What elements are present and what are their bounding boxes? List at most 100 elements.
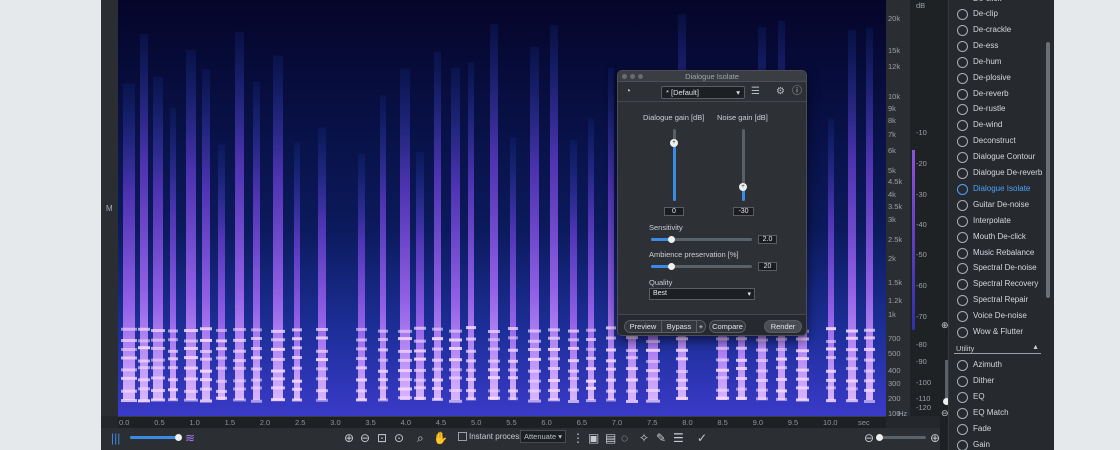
module-item[interactable]: Music Rebalance bbox=[949, 245, 1043, 261]
module-item[interactable]: De-rustle bbox=[949, 101, 1043, 117]
preset-select[interactable]: * [Default] ▾ bbox=[661, 86, 745, 99]
instant-process-checkbox[interactable] bbox=[458, 432, 467, 441]
zoom-out-icon[interactable]: ⊖ bbox=[360, 431, 370, 445]
module-label: De-reverb bbox=[973, 88, 1009, 98]
zoom-in-icon[interactable]: ⊕ bbox=[344, 431, 354, 445]
harmonic-band bbox=[466, 377, 476, 381]
module-item[interactable]: EQ Match bbox=[949, 405, 1043, 421]
dialogue-gain-value[interactable]: 0 bbox=[664, 207, 684, 216]
harmonic-band bbox=[548, 336, 560, 340]
attenuate-select[interactable]: Attenuate ▾ bbox=[520, 430, 566, 443]
rect-select-icon[interactable]: ▣ bbox=[588, 431, 599, 445]
module-item[interactable]: De-hum bbox=[949, 54, 1043, 70]
sensitivity-knob[interactable] bbox=[668, 236, 676, 243]
module-item[interactable]: Gain bbox=[949, 437, 1043, 450]
bypass-button[interactable]: Bypass bbox=[661, 320, 697, 333]
harmonic-band bbox=[796, 337, 809, 341]
module-item[interactable]: Spectral Recovery bbox=[949, 276, 1043, 292]
module-label: EQ Match bbox=[973, 408, 1009, 417]
module-item[interactable]: Interpolate bbox=[949, 213, 1043, 229]
time-tick-label: 1.5 bbox=[224, 418, 236, 427]
harmonic-band bbox=[316, 336, 328, 340]
zoom-selection-icon[interactable]: ⊡ bbox=[377, 431, 387, 445]
module-item[interactable]: Voice De-noise bbox=[949, 308, 1043, 324]
module-item[interactable]: Fade bbox=[949, 421, 1043, 437]
horizontal-zoom-knob[interactable] bbox=[876, 434, 883, 441]
module-item[interactable]: Dialogue De-reverb bbox=[949, 165, 1043, 181]
harmonic-band bbox=[776, 347, 787, 351]
help-icon[interactable]: ⓘ bbox=[792, 87, 802, 97]
sensitivity-value[interactable]: 2.0 bbox=[758, 235, 777, 244]
module-item[interactable]: De-crackle bbox=[949, 22, 1043, 38]
module-item[interactable]: De-wind bbox=[949, 117, 1043, 133]
module-item[interactable]: Guitar De-noise bbox=[949, 197, 1043, 213]
module-item[interactable]: Dialogue Isolate bbox=[949, 181, 1043, 197]
horizontal-zoom-slider[interactable] bbox=[878, 436, 926, 439]
harmonic-band bbox=[508, 389, 518, 393]
noise-gain-knob[interactable]: + bbox=[739, 182, 747, 191]
waveform-blend-knob[interactable] bbox=[175, 434, 182, 441]
zoom-in-horizontal-icon[interactable]: ⊕ bbox=[930, 431, 940, 445]
module-item[interactable]: Spectral De-noise bbox=[949, 260, 1043, 276]
zoom-out-horizontal-icon[interactable]: ⊖ bbox=[864, 431, 874, 445]
time-tick-label: sec bbox=[858, 418, 870, 427]
magic-wand-icon[interactable]: ✧ bbox=[639, 431, 649, 445]
module-item[interactable]: Azimuth bbox=[949, 357, 1043, 373]
dialog-titlebar[interactable]: Dialogue Isolate bbox=[618, 71, 806, 82]
harmonic-band bbox=[251, 399, 262, 403]
render-button[interactable]: Render bbox=[764, 320, 802, 333]
lasso-icon[interactable]: ◌ bbox=[621, 431, 628, 445]
harmonic-band bbox=[271, 357, 285, 361]
module-item[interactable]: Wow & Flutter bbox=[949, 324, 1043, 340]
freq-select-icon[interactable]: ▤ bbox=[605, 431, 616, 445]
module-item[interactable]: EQ bbox=[949, 389, 1043, 405]
harmonic-band bbox=[736, 396, 747, 400]
magnify-icon[interactable]: ⌕ bbox=[417, 431, 424, 445]
compare-button[interactable]: Compare bbox=[709, 320, 746, 333]
bypass-plus-button[interactable]: + bbox=[696, 320, 706, 333]
harmonic-band bbox=[121, 347, 137, 351]
ambience-knob[interactable] bbox=[668, 263, 676, 270]
hand-icon[interactable]: ✋ bbox=[433, 431, 448, 445]
ambience-value[interactable]: 20 bbox=[758, 262, 777, 271]
harmonic-band bbox=[568, 399, 579, 403]
harmonic-band bbox=[356, 338, 367, 342]
time-select-icon[interactable]: ⋮ bbox=[572, 431, 584, 445]
preview-button[interactable]: Preview bbox=[624, 320, 662, 333]
module-item[interactable]: Spectral Repair bbox=[949, 292, 1043, 308]
quality-select[interactable]: Best ▾ bbox=[649, 288, 755, 300]
gear-icon[interactable]: ⚙ bbox=[776, 87, 785, 97]
spectral-energy-column bbox=[468, 62, 474, 401]
module-list-scrollbar[interactable] bbox=[1046, 42, 1050, 298]
chat-icon[interactable]: ◔ bbox=[625, 87, 631, 97]
find-similar-icon[interactable]: ✓ bbox=[697, 431, 707, 445]
module-item[interactable]: Mouth De-click bbox=[949, 229, 1043, 245]
brush-icon[interactable]: ✎ bbox=[656, 431, 666, 445]
waveform-icon[interactable]: ||| bbox=[111, 431, 120, 445]
spectral-energy-column bbox=[253, 81, 260, 400]
harmonic-band bbox=[488, 389, 500, 393]
spectrogram-icon[interactable]: ≋ bbox=[185, 431, 195, 445]
zoom-fit-icon[interactable]: ⊙ bbox=[394, 431, 404, 445]
harmonic-band bbox=[233, 379, 246, 383]
harmonic-band bbox=[356, 378, 367, 382]
module-item[interactable]: De-reverb bbox=[949, 86, 1043, 102]
module-item[interactable]: Dither bbox=[949, 373, 1043, 389]
utility-section-header[interactable]: Utility ▲ bbox=[954, 343, 1041, 354]
harmonic-band bbox=[586, 338, 596, 342]
module-item[interactable]: Dialogue Contour bbox=[949, 149, 1043, 165]
noise-gain-value[interactable]: -30 bbox=[733, 207, 754, 216]
dialogue-gain-knob[interactable]: + bbox=[670, 139, 678, 148]
harmonic-band bbox=[121, 368, 137, 372]
module-item[interactable]: De-clip bbox=[949, 6, 1043, 22]
harmonic-band bbox=[646, 359, 660, 363]
time-ruler[interactable]: 0.0 0.5 1.0 1.5 2.0 2.5 3.0 3.5 4.0 4.5 5.0 5.5 6.0 6… bbox=[118, 416, 886, 428]
module-item[interactable]: Deconstruct bbox=[949, 133, 1043, 149]
preset-menu-icon[interactable]: ☰ bbox=[751, 87, 760, 97]
module-label-partial[interactable]: De-click bbox=[973, 0, 1001, 3]
module-item[interactable]: De-plosive bbox=[949, 70, 1043, 86]
module-item[interactable]: De-ess bbox=[949, 38, 1043, 54]
harmonic-icon[interactable]: ☰ bbox=[673, 431, 684, 445]
harmonic-band bbox=[251, 328, 262, 332]
collapse-arrow-icon[interactable]: ▲ bbox=[1032, 344, 1039, 351]
